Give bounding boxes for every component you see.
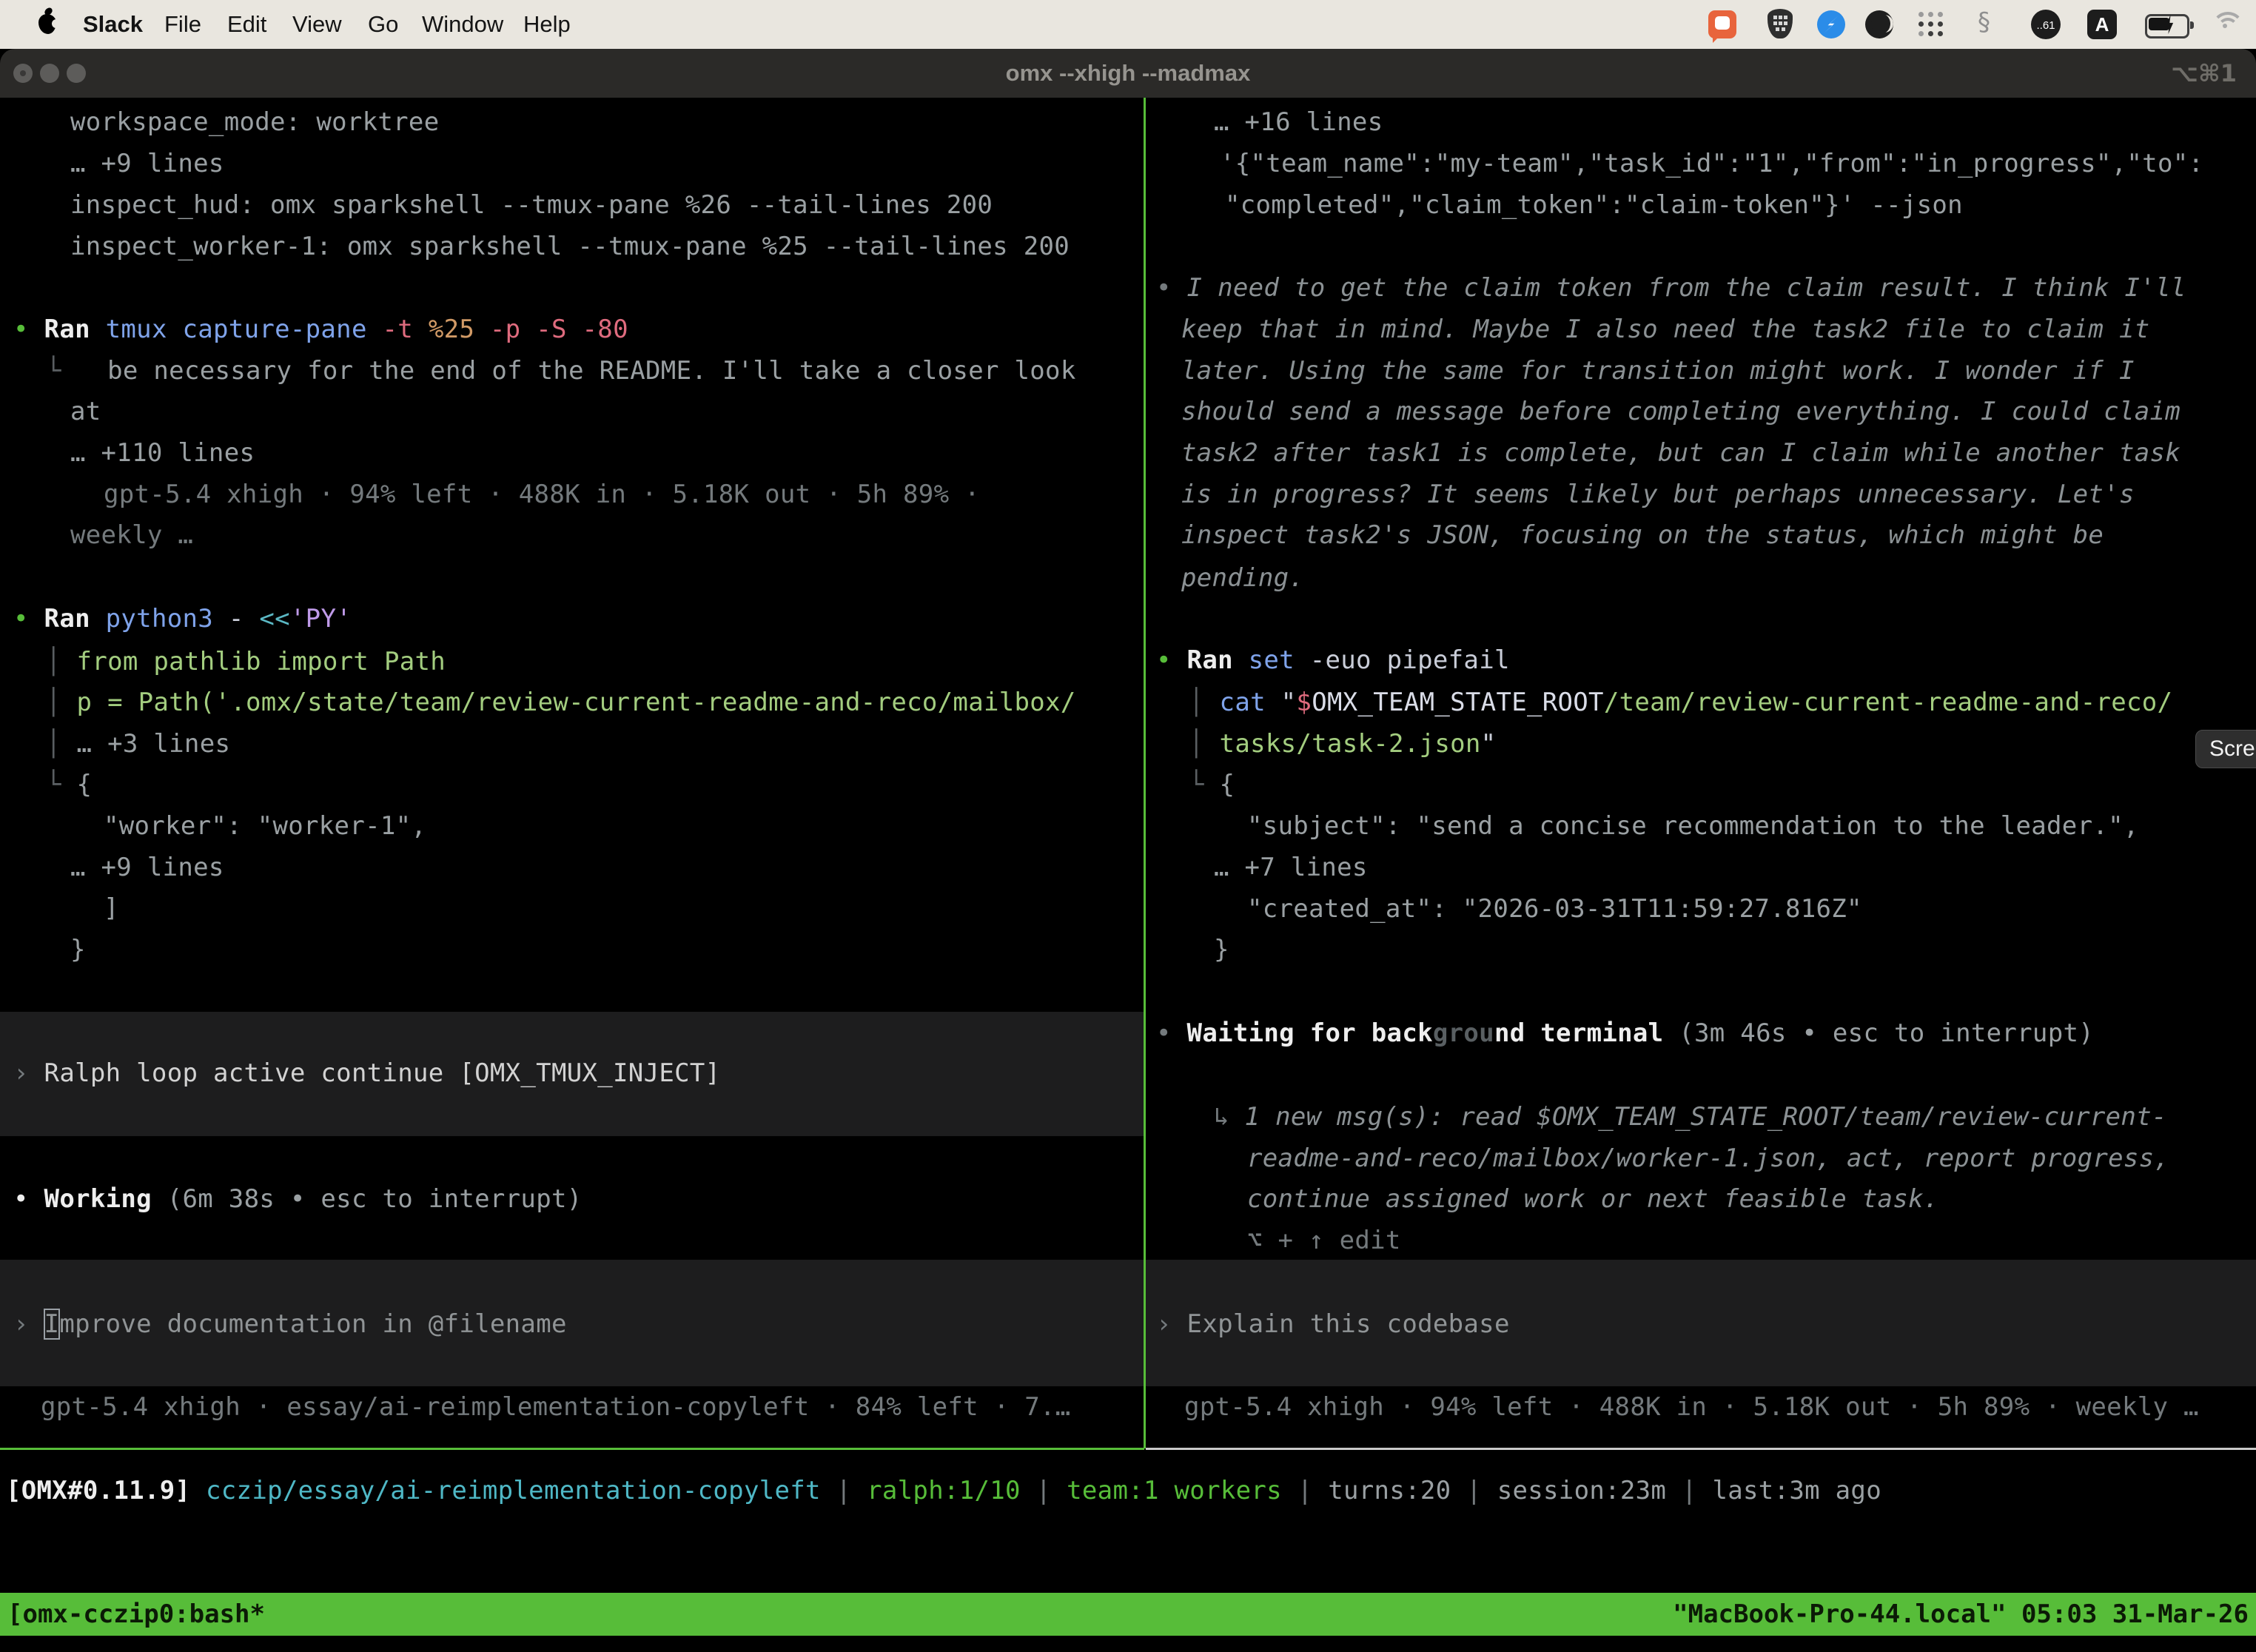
terminal-line: │ from pathlib import Path [46,641,446,682]
terminal-line: "subject": "send a concise recommendatio… [1247,805,2139,847]
terminal-line: is in progress? It seems likely but perh… [1181,474,2135,515]
right-pane-bottom-border [1146,1448,2256,1450]
chat-app-icon[interactable] [1708,10,1736,38]
terminal-line: keep that in mind. Maybe I also need the… [1181,309,2150,350]
terminal-line: } [1214,929,1229,970]
screenshot-tooltip-text: Scre [2209,736,2255,761]
terminal-line: later. Using the same for transition mig… [1181,350,2135,392]
terminal-line: › Explain this codebase [1156,1303,1510,1345]
terminal-line: should send a message before completing … [1181,391,2181,432]
terminal-line: ⌥ + ↑ edit [1247,1220,1401,1261]
terminal: [omx-cczip0:bash* "MacBook-Pro-44.local"… [0,98,2256,1652]
terminal-line: … +16 lines [1214,101,1383,143]
terminal-line: } [70,929,86,970]
terminal-line: │ tasks/task-2.json" [1189,723,1496,765]
terminal-line: │ cat "$OMX_TEAM_STATE_ROOT/team/review-… [1189,682,2172,723]
menu-item-file[interactable]: File [164,0,201,49]
window-title: omx --xhigh --madmax [0,49,2256,98]
terminal-line: │ p = Path('.omx/state/team/review-curre… [46,682,1076,723]
terminal-line: task2 after task1 is complete, but can I… [1181,432,2181,474]
terminal-line: gpt-5.4 xhigh · essay/ai-reimplementatio… [41,1386,1071,1428]
dots-grid-icon[interactable] [1918,12,1945,38]
terminal-line: • Waiting for background terminal (3m 46… [1156,1013,2094,1054]
terminal-line: … +9 lines [70,847,224,888]
window-shortcut-hint: ⌥⌘1 [2171,49,2237,98]
counter-badge-icon[interactable]: ..61 [2031,10,2061,39]
screen: Slack File Edit View Go Window Help § ..… [0,0,2256,1652]
menu-bar: Slack File Edit View Go Window Help § ..… [0,0,2256,49]
wifi-icon[interactable] [2212,12,2244,37]
terminal-line: └ be necessary for the end of the README… [46,350,1076,392]
terminal-line: › Improve documentation in @filename [13,1303,567,1345]
terminal-line: "created_at": "2026-03-31T11:59:27.816Z" [1247,888,1862,930]
keyboard-layout-icon[interactable]: A [2087,10,2117,39]
menu-item-help[interactable]: Help [523,0,571,49]
terminal-line: inspect task2's JSON, focusing on the st… [1181,514,2104,556]
terminal-line: … +7 lines [1214,847,1368,888]
menu-app-name[interactable]: Slack [83,0,143,49]
omx-status-line: [OMX#0.11.9] cczip/essay/ai-reimplementa… [6,1470,1881,1511]
terminal-line: … +110 lines [70,432,255,474]
terminal-line: workspace_mode: worktree [70,101,439,143]
terminal-line: • I need to get the claim token from the… [1156,267,2186,309]
terminal-line: └ { [46,764,92,805]
disk-crescent-icon[interactable] [1865,10,1893,38]
terminal-line: └ { [1189,764,1235,805]
menu-item-go[interactable]: Go [368,0,398,49]
terminal-line: "completed","claim_token":"claim-token"}… [1225,184,1963,226]
terminal-line: at [70,391,101,432]
terminal-line: weekly … [70,514,193,556]
text-cursor: I [44,1309,60,1339]
terminal-line: │ … +3 lines [46,723,230,765]
menu-item-window[interactable]: Window [422,0,503,49]
shield-grid-icon[interactable] [1767,9,1793,38]
terminal-line: readme-and-reco/mailbox/worker-1.json, a… [1247,1138,2169,1179]
tmux-host-clock: "MacBook-Pro-44.local" 05:03 31-Mar-26 [1673,1593,2249,1636]
terminal-line: '{"team_name":"my-team","task_id":"1","f… [1220,143,2203,184]
menu-item-edit[interactable]: Edit [227,0,266,49]
terminal-line: • Ran tmux capture-pane -t %25 -p -S -80 [13,309,628,350]
messenger-icon[interactable] [1817,10,1845,38]
terminal-line: inspect_worker-1: omx sparkshell --tmux-… [70,226,1070,267]
terminal-line: • Working (6m 38s • esc to interrupt) [13,1178,583,1220]
terminal-line: pending. [1181,557,1304,599]
battery-charging-icon[interactable] [2145,14,2189,38]
menu-item-view[interactable]: View [292,0,342,49]
tmux-session-label: [omx-cczip0:bash* [7,1593,265,1636]
hook-icon[interactable]: § [1978,7,1990,37]
pane-divider[interactable] [1144,98,1146,1448]
left-pane-bottom-border [0,1448,1144,1450]
terminal-line: continue assigned work or next feasible … [1247,1178,1939,1220]
terminal-line: gpt-5.4 xhigh · 94% left · 488K in · 5.1… [1184,1386,2199,1428]
screenshot-tooltip: Scre [2195,730,2256,768]
terminal-line: gpt-5.4 xhigh · 94% left · 488K in · 5.1… [104,474,980,515]
terminal-line: inspect_hud: omx sparkshell --tmux-pane … [70,184,993,226]
terminal-line: "worker": "worker-1", [104,805,426,847]
terminal-line: › Ralph loop active continue [OMX_TMUX_I… [13,1052,720,1094]
terminal-line: • Ran python3 - <<'PY' [13,598,352,639]
terminal-line: ↳ 1 new msg(s): read $OMX_TEAM_STATE_ROO… [1214,1096,2167,1138]
terminal-line: … +9 lines [70,143,224,184]
apple-menu-icon[interactable] [38,14,56,34]
tmux-status-bar: [omx-cczip0:bash* "MacBook-Pro-44.local"… [0,1593,2256,1636]
left-pane[interactable] [0,98,1144,1448]
terminal-line: • Ran set -euo pipefail [1156,639,1510,681]
terminal-line: ] [104,887,119,929]
